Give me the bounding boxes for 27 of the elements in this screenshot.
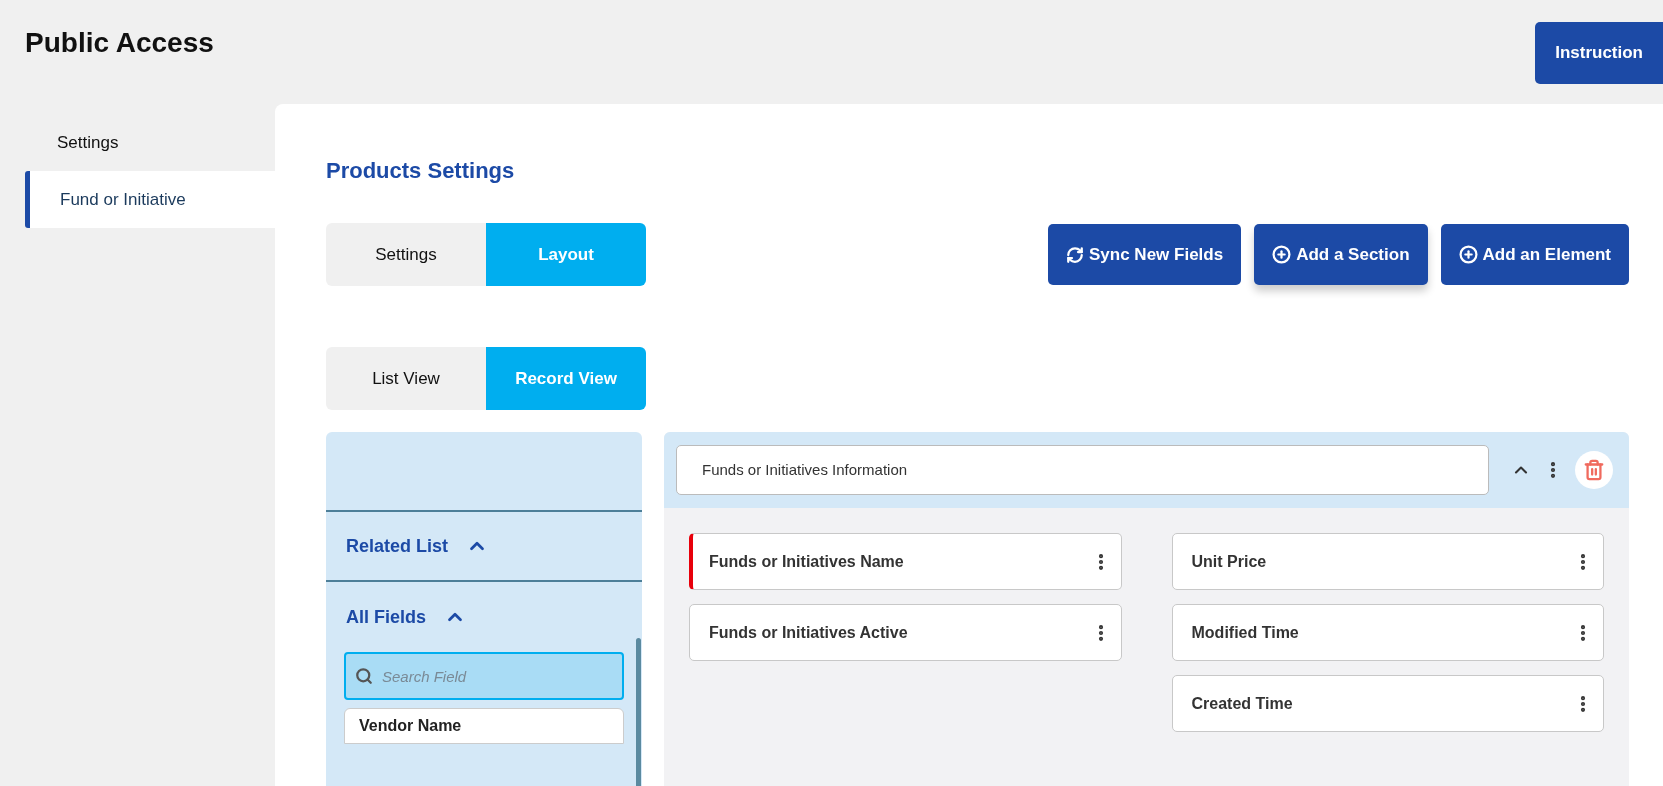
field-card[interactable]: Funds or Initiatives Active [689, 604, 1122, 661]
scrollbar[interactable] [636, 638, 641, 786]
field-item[interactable]: Vendor Name [344, 708, 624, 744]
group-heading: All Fields [346, 605, 426, 629]
field-card[interactable]: Modified Time [1171, 604, 1604, 661]
action-button[interactable]: Add a Section [1254, 224, 1428, 285]
instruction-button[interactable]: Instruction [1535, 22, 1663, 84]
sync-icon [1066, 245, 1084, 264]
sidebar-item[interactable]: Fund or Initiative [25, 171, 275, 228]
search-field[interactable]: Search Field [344, 652, 624, 700]
view-tab[interactable]: List View [326, 347, 486, 410]
action-button[interactable]: Add an Element [1440, 224, 1629, 285]
section-heading: Products Settings [326, 157, 516, 185]
group-heading: Related List [346, 534, 449, 558]
delete-button[interactable] [1575, 451, 1613, 489]
section-title-field[interactable]: Funds or Initiatives Information [676, 445, 1489, 495]
action-button[interactable]: Sync New Fields [1048, 224, 1242, 285]
plus-circle-icon [1458, 245, 1478, 264]
search-icon [355, 667, 373, 685]
field-card[interactable]: Created Time [1171, 675, 1604, 732]
field-card[interactable]: Unit Price [1171, 533, 1604, 590]
trash-icon [1583, 459, 1605, 481]
plus-circle-icon [1272, 245, 1292, 264]
page-title: Public Access [25, 26, 214, 60]
layout-tab[interactable]: Settings [326, 223, 486, 286]
field-card[interactable]: Funds or Initiatives Name [689, 533, 1122, 590]
sidebar-item[interactable]: Settings [25, 114, 275, 171]
